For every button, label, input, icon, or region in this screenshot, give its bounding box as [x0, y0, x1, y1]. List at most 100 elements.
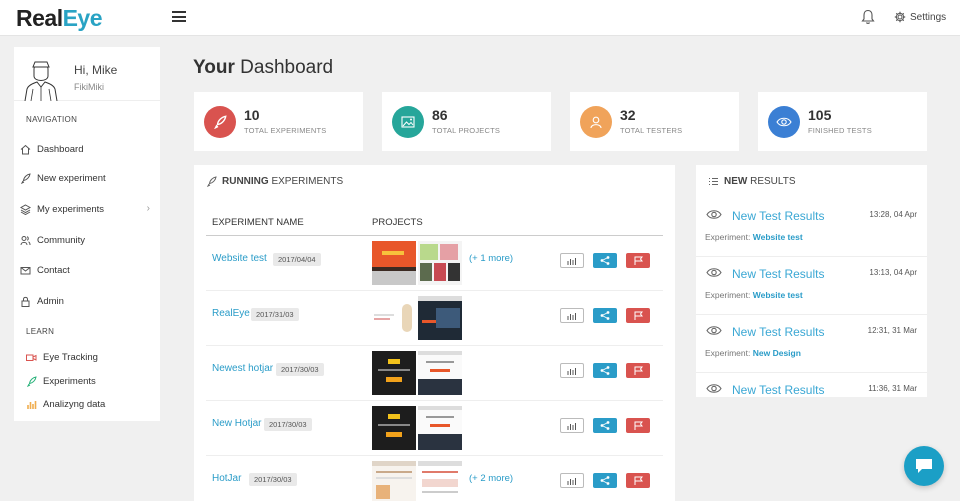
table-row: HotJar 2017/30/03 (+ 2 more) — [206, 456, 663, 501]
flag-button[interactable] — [626, 308, 650, 323]
chat-button[interactable] — [904, 446, 944, 486]
share-icon — [600, 366, 610, 375]
layers-icon — [20, 203, 31, 215]
result-title-link[interactable]: New Test Results — [732, 325, 824, 339]
flag-button[interactable] — [626, 473, 650, 488]
stat-value: 10 — [244, 107, 260, 123]
project-thumbnail[interactable] — [418, 461, 462, 501]
settings-label: Settings — [910, 11, 947, 23]
stat-card-finished-tests[interactable]: 105 FINISHED TESTS — [758, 92, 927, 151]
share-button[interactable] — [593, 418, 617, 433]
image-icon — [392, 106, 424, 138]
result-item[interactable]: New Test Results 12:31, 31 Mar Experimen… — [696, 315, 927, 373]
project-thumbnail[interactable] — [372, 406, 416, 450]
sidebar-item-my-experiments[interactable]: My experiments › — [20, 200, 156, 218]
project-thumbnail[interactable] — [418, 351, 462, 395]
table-row: New Hotjar 2017/30/03 — [206, 401, 663, 456]
result-title-link[interactable]: New Test Results — [732, 267, 824, 281]
experiment-date-badge: 2017/30/03 — [264, 418, 312, 431]
sidebar-item-contact[interactable]: Contact — [20, 261, 156, 279]
project-thumbnail[interactable] — [418, 296, 462, 340]
gear-icon — [894, 11, 906, 23]
share-button[interactable] — [593, 473, 617, 488]
video-icon — [26, 354, 37, 361]
flag-icon — [634, 476, 643, 485]
new-results-heading: NEW RESULTS — [708, 176, 796, 187]
flag-button[interactable] — [626, 418, 650, 433]
bar-chart-icon — [27, 400, 37, 409]
sidebar-item-eye-tracking[interactable]: Eye Tracking — [26, 348, 162, 366]
experiment-name-link[interactable]: Website test — [212, 253, 267, 264]
stat-card-total-projects[interactable]: 86 TOTAL PROJECTS — [382, 92, 551, 151]
settings-button[interactable]: Settings — [894, 9, 946, 25]
stats-button[interactable] — [560, 473, 584, 488]
project-thumbnail[interactable] — [372, 241, 416, 285]
stats-button[interactable] — [560, 308, 584, 323]
eye-icon — [706, 384, 722, 393]
project-thumbnail[interactable] — [372, 351, 416, 395]
sidebar-item-analizyng-data[interactable]: Analizyng data — [26, 395, 162, 413]
share-button[interactable] — [593, 253, 617, 268]
more-projects-link[interactable]: (+ 1 more) — [469, 253, 513, 264]
flag-button[interactable] — [626, 363, 650, 378]
result-experiment: Experiment: Website test — [705, 232, 803, 242]
stat-label: TOTAL PROJECTS — [432, 126, 501, 135]
stat-card-total-experiments[interactable]: 10 TOTAL EXPERIMENTS — [194, 92, 363, 151]
sidebar-item-new-experiment[interactable]: New experiment — [20, 169, 156, 187]
project-thumbnail[interactable] — [418, 241, 462, 285]
eye-icon — [768, 106, 800, 138]
result-item[interactable]: New Test Results 13:28, 04 Apr Experimen… — [696, 199, 927, 257]
eye-icon — [706, 326, 722, 335]
chat-bubble-icon — [916, 459, 932, 473]
experiment-date-badge: 2017/31/03 — [251, 308, 299, 321]
more-projects-link[interactable]: (+ 2 more) — [469, 473, 513, 484]
bell-icon[interactable] — [861, 9, 875, 25]
column-header-experiment-name: EXPERIMENT NAME — [212, 217, 304, 228]
running-experiments-heading: RUNNING EXPERIMENTS — [206, 176, 343, 187]
rocket-icon — [204, 106, 236, 138]
stat-label: FINISHED TESTS — [808, 126, 872, 135]
table-row: RealEye 2017/31/03 — [206, 291, 663, 346]
experiment-name-link[interactable]: New Hotjar — [212, 418, 261, 429]
project-thumbnail[interactable] — [372, 461, 416, 501]
flag-button[interactable] — [626, 253, 650, 268]
menu-toggle-icon[interactable] — [172, 11, 186, 22]
result-item[interactable]: New Test Results 11:36, 31 Mar — [696, 373, 927, 397]
experiment-date-badge: 2017/30/03 — [276, 363, 324, 376]
flag-icon — [634, 366, 643, 375]
share-button[interactable] — [593, 308, 617, 323]
experiment-name-link[interactable]: Newest hotjar — [212, 363, 273, 374]
project-thumbnail[interactable] — [418, 406, 462, 450]
project-thumbnail[interactable] — [372, 296, 416, 340]
experiment-name-link[interactable]: HotJar — [212, 473, 241, 484]
table-row: Website test 2017/04/04 (+ 1 more) — [206, 236, 663, 291]
share-button[interactable] — [593, 363, 617, 378]
share-icon — [600, 421, 610, 430]
sidebar-item-dashboard[interactable]: Dashboard — [20, 140, 156, 158]
stats-button[interactable] — [560, 253, 584, 268]
learn-heading: LEARN — [26, 327, 55, 336]
sidebar-item-community[interactable]: Community — [20, 231, 156, 249]
stat-card-total-testers[interactable]: 32 TOTAL TESTERS — [570, 92, 739, 151]
sidebar-item-admin[interactable]: Admin — [20, 292, 156, 310]
bar-chart-icon — [567, 367, 576, 375]
page-title: Your Dashboard — [193, 57, 334, 78]
result-experiment-link[interactable]: Website test — [753, 290, 803, 300]
result-title-link[interactable]: New Test Results — [732, 209, 824, 223]
realeye-logo[interactable]: RealEye — [16, 5, 103, 32]
stats-button[interactable] — [560, 418, 584, 433]
result-title-link[interactable]: New Test Results — [732, 383, 824, 397]
stat-label: TOTAL TESTERS — [620, 126, 683, 135]
sidebar-item-label: Experiments — [43, 375, 96, 387]
rocket-icon — [20, 172, 31, 184]
result-item[interactable]: New Test Results 13:13, 04 Apr Experimen… — [696, 257, 927, 315]
avatar[interactable] — [23, 59, 59, 101]
result-experiment-link[interactable]: New Design — [753, 348, 801, 358]
experiment-name-link[interactable]: RealEye — [212, 308, 250, 319]
new-results-panel: NEW RESULTS New Test Results 13:28, 04 A… — [696, 165, 927, 397]
result-experiment-link[interactable]: Website test — [753, 232, 803, 242]
list-icon — [709, 177, 718, 186]
logo-text-real: Real — [16, 5, 63, 31]
sidebar-item-experiments[interactable]: Experiments — [26, 372, 162, 390]
stats-button[interactable] — [560, 363, 584, 378]
